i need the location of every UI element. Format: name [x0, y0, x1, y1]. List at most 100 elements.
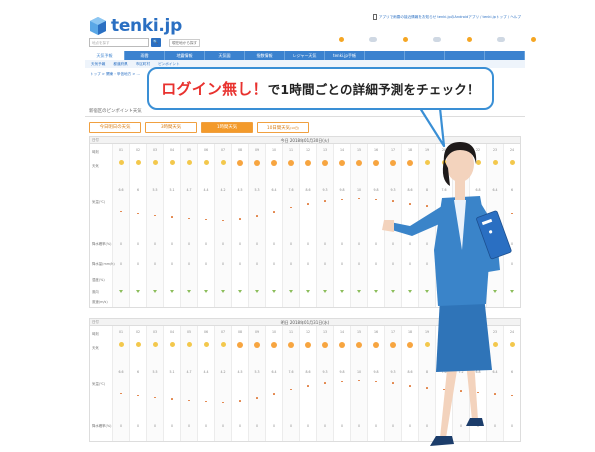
temperature-value: 10 — [356, 188, 362, 192]
logo-text: tenki.jp — [111, 16, 182, 36]
precip-value: 0 — [255, 242, 259, 246]
temperature-point — [222, 401, 224, 404]
tab-10day-label: 10日間天気 — [266, 126, 290, 131]
hour-label: 05 — [186, 148, 192, 152]
hour-label: 10 — [271, 148, 277, 152]
temperature-value: 6 — [136, 188, 140, 192]
moon-icon — [186, 160, 192, 165]
city-weather-item[interactable] — [521, 37, 545, 49]
row-label: 降水量(mm/h) — [92, 262, 115, 266]
row-label: 降水確率(%) — [92, 242, 112, 246]
precip-amount: 0 — [340, 262, 344, 266]
breadcrumb[interactable]: トップ > 関東・甲信地方 > ... — [90, 72, 140, 77]
tab-1hour[interactable]: 1時間天気 — [201, 122, 253, 133]
moon-icon — [152, 342, 158, 347]
hour-column: 11 7.6 0 0 — [282, 144, 299, 307]
nav-item[interactable] — [365, 51, 405, 60]
hour-label: 13 — [322, 148, 328, 152]
subnav-item[interactable]: 市区町村 — [136, 60, 150, 68]
search-button[interactable] — [151, 38, 161, 47]
wind-direction-icon — [289, 290, 293, 293]
temperature-value: 7.6 — [288, 370, 294, 374]
city-weather-item[interactable] — [361, 37, 385, 49]
wind-direction-icon — [323, 290, 327, 293]
wind-direction-icon — [221, 290, 225, 293]
tab-10day-badge: (10日) — [289, 126, 300, 130]
precip-amount: 0 — [255, 262, 259, 266]
temperature-value: 5.5 — [152, 188, 158, 192]
wind-direction-icon — [374, 290, 378, 293]
temperature-value: 4.5 — [237, 370, 243, 374]
nav-item[interactable] — [485, 51, 525, 60]
hour-label: 13 — [322, 330, 328, 334]
hour-column: 12 8.6 0 — [299, 326, 316, 441]
city-weather-item[interactable] — [489, 37, 513, 49]
sun-icon — [339, 160, 345, 166]
search-row: 地点を探す 現在地から探す — [85, 37, 536, 51]
nav-item-index[interactable]: 指数情報 — [245, 51, 285, 60]
precip-value: 0 — [238, 424, 242, 428]
nav-item[interactable] — [445, 51, 485, 60]
tab-10day[interactable]: 10日間天気(10日) — [257, 122, 309, 133]
temperature-point — [341, 380, 343, 383]
precip-value: 0 — [204, 242, 208, 246]
temperature-point — [205, 400, 207, 403]
nav-item-forecast[interactable]: 天気予報 — [85, 51, 125, 60]
temperature-point — [256, 397, 258, 399]
temperature-value: 9.8 — [339, 188, 345, 192]
hour-label: 09 — [254, 330, 260, 334]
wind-direction-icon — [170, 290, 174, 293]
subnav-item[interactable]: 天気予報 — [91, 60, 105, 68]
hour-column: 15 10 0 0 — [350, 144, 367, 307]
app-promo-link[interactable]: アプリで雨雲の接近情報をお知らせ tenki.jpのAndroidアプリ / t… — [372, 14, 521, 20]
divider — [85, 116, 525, 117]
wind-direction-icon — [306, 290, 310, 293]
nav-item-rain[interactable]: 雨雲 — [125, 51, 165, 60]
precip-value: 0 — [204, 424, 208, 428]
sun-icon — [373, 160, 379, 166]
sun-icon — [322, 160, 328, 166]
sun-icon — [356, 160, 362, 166]
nav-item-weather-map[interactable]: 天気図 — [205, 51, 245, 60]
precip-value: 0 — [136, 424, 140, 428]
tab-today-tomorrow[interactable]: 今日明日の天気 — [89, 122, 141, 133]
temperature-point — [222, 219, 224, 222]
hour-label: 01 — [118, 148, 124, 152]
city-weather-item[interactable] — [329, 37, 353, 49]
nav-item-leisure[interactable]: レジャー天気 — [285, 51, 325, 60]
sun-icon — [237, 160, 243, 166]
hour-label: 06 — [203, 148, 209, 152]
city-weather-item[interactable] — [425, 37, 449, 49]
city-weather-item[interactable] — [457, 37, 481, 49]
temperature-point — [239, 400, 241, 402]
hour-label: 15 — [356, 148, 362, 152]
tab-3hour[interactable]: 3時間天気 — [145, 122, 197, 133]
search-input[interactable]: 地点を探す — [89, 38, 149, 47]
current-location-button[interactable]: 現在地から探す — [169, 39, 201, 47]
nav-item-earthquake[interactable]: 地震情報 — [165, 51, 205, 60]
precip-value: 0 — [357, 424, 361, 428]
precip-amount: 0 — [323, 262, 327, 266]
moon-icon — [186, 342, 192, 347]
temperature-point — [290, 388, 292, 391]
temperature-value: 6.6 — [118, 188, 124, 192]
subnav-item[interactable]: 都道府県 — [113, 60, 127, 68]
row-label: 時刻 — [92, 332, 99, 336]
nav-item[interactable] — [405, 51, 445, 60]
precip-amount: 0 — [170, 262, 174, 266]
temperature-point — [120, 392, 122, 395]
city-weather-item[interactable] — [393, 37, 417, 49]
precip-amount: 0 — [289, 262, 293, 266]
hour-label: 03 — [152, 330, 158, 334]
site-logo[interactable]: tenki.jp — [89, 13, 182, 39]
hour-column: 01 6.6 0 — [112, 326, 129, 441]
nav-item-notebook[interactable]: tenki.jp手帳 — [325, 51, 365, 60]
hour-column: 04 5.1 0 — [163, 326, 180, 441]
precip-amount: 0 — [272, 262, 276, 266]
hour-column: 06 4.4 0 0 — [197, 144, 214, 307]
temperature-value: 4.7 — [186, 370, 192, 374]
temperature-value: 6.4 — [271, 188, 277, 192]
hour-label: 14 — [339, 148, 345, 152]
temperature-point — [239, 218, 241, 220]
hour-column: 11 7.6 0 — [282, 326, 299, 441]
